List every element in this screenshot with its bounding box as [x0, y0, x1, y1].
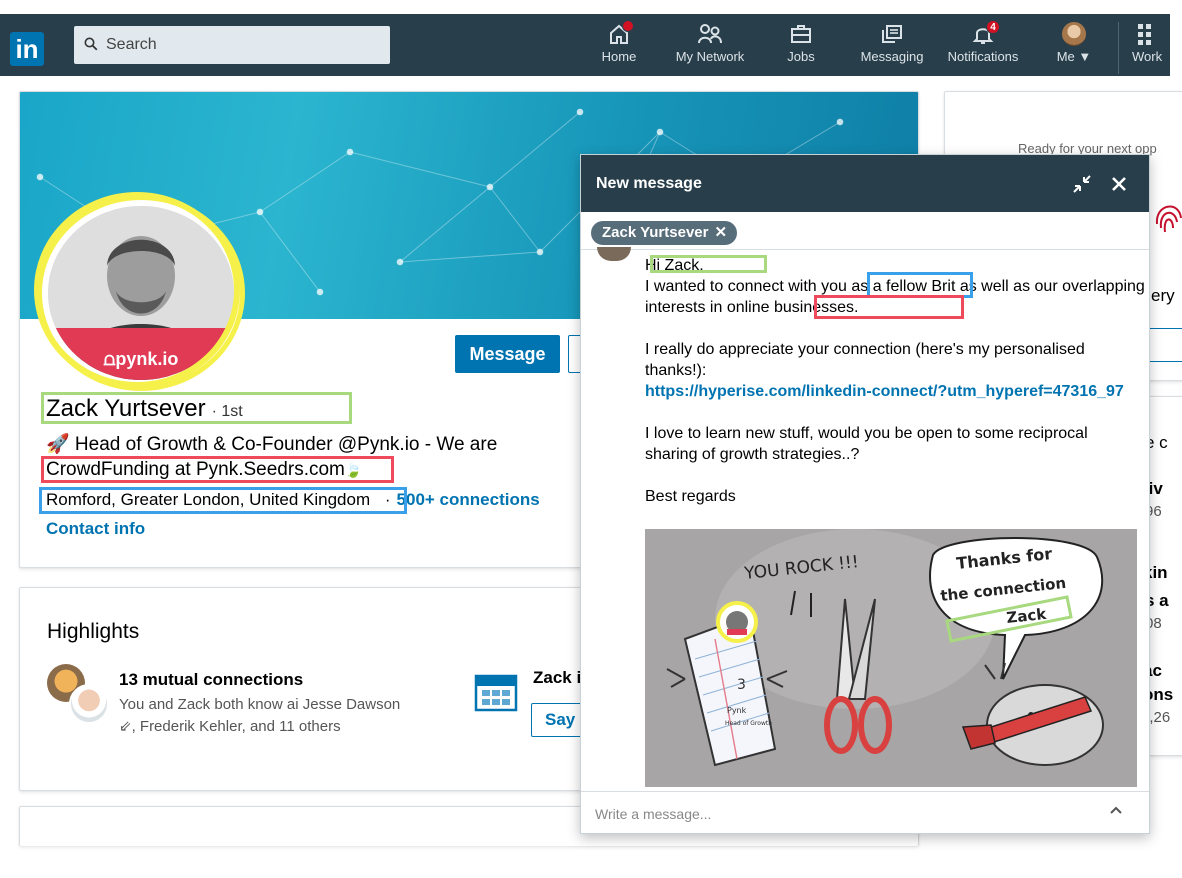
- profile-name-line: Zack Yurtsever · 1st: [46, 395, 243, 423]
- notifications-badge: 4: [986, 20, 1000, 34]
- you-rock-illustration: 3 Pynk Head of Growth YOU ROCK !!! Thank…: [645, 529, 1137, 787]
- screen: in Home My Network Jobs Messaging 4 Noti…: [0, 0, 1182, 878]
- search-input[interactable]: [106, 34, 376, 56]
- avatar-brand-text: ⩍pynk.io: [103, 349, 179, 369]
- highlight-zack-snippet: Zack i: [533, 668, 582, 687]
- linkedin-logo[interactable]: in: [10, 32, 44, 66]
- message-line-2: I really do appreciate your connection (…: [645, 341, 1085, 379]
- sender-avatar: [597, 247, 631, 261]
- my-network-icon: [698, 24, 722, 44]
- nav-jobs[interactable]: Jobs: [780, 22, 822, 72]
- paper-brand: Pynk: [727, 706, 747, 715]
- mutual-connections-avatars[interactable]: [47, 664, 111, 724]
- close-icon[interactable]: [1108, 173, 1130, 195]
- fingerprint-icon: [1155, 205, 1182, 233]
- nav-home-label: Home: [601, 49, 637, 64]
- recipient-pill[interactable]: Zack Yurtsever ✕: [591, 221, 738, 245]
- mutual-desc-line-1: You and Zack both know ai Jesse Dawson: [119, 696, 401, 713]
- search-bar[interactable]: [74, 26, 390, 64]
- message-button[interactable]: Message: [455, 335, 560, 373]
- nav-notifications[interactable]: 4 Notifications: [940, 20, 1026, 72]
- compose-message-input[interactable]: [595, 802, 1075, 826]
- nav-jobs-label: Jobs: [787, 49, 815, 64]
- top-navigation-bar: in Home My Network Jobs Messaging 4 Noti…: [0, 14, 1170, 76]
- nav-work-label: Work: [1132, 49, 1163, 64]
- nav-messaging[interactable]: Messaging: [854, 22, 930, 72]
- remove-recipient-icon[interactable]: ✕: [714, 224, 727, 241]
- separator-dot: ·: [384, 490, 391, 509]
- recipient-name: Zack Yurtsever: [602, 224, 709, 241]
- nav-my-network[interactable]: My Network: [668, 22, 752, 72]
- profile-location-line: Romford, Greater London, United Kingdom …: [46, 490, 540, 510]
- compose-area: [581, 791, 1149, 833]
- chevron-up-icon[interactable]: [1109, 805, 1123, 815]
- nav-my-network-label: My Network: [675, 49, 745, 64]
- home-notification-dot: [622, 20, 634, 32]
- contact-info-link[interactable]: Contact info: [46, 519, 145, 539]
- new-message-window: New message Zack Yurtsever ✕ Hi Zack, I w…: [580, 154, 1150, 834]
- mutual-desc-line-2: ⇙, Frederik Kehler, and 11 others: [119, 718, 341, 735]
- nav-divider: [1118, 22, 1119, 74]
- rail-peek-1: ery: [1151, 286, 1175, 305]
- highlights-title: Highlights: [47, 620, 140, 643]
- nav-home[interactable]: Home: [600, 20, 638, 72]
- headline-line-1: 🚀 Head of Growth & Co-Founder @Pynk.io -…: [46, 434, 498, 455]
- message-window-header[interactable]: New message: [581, 155, 1149, 212]
- personalised-thank-you-image[interactable]: 3 Pynk Head of Growth YOU ROCK !!! Thank…: [645, 529, 1137, 787]
- headline-line-2: CrowdFunding at Pynk.Seedrs.com: [46, 459, 345, 480]
- mutual-avatar-2: [69, 684, 109, 724]
- profile-photo-image: ⩍pynk.io: [48, 206, 234, 380]
- message-body[interactable]: Hi Zack, I wanted to connect with you as…: [645, 255, 1145, 507]
- messaging-icon: [882, 25, 902, 43]
- briefcase-icon: [791, 25, 811, 43]
- nav-notifications-label: Notifications: [947, 49, 1019, 64]
- personalised-link[interactable]: https://hyperise.com/linkedin-connect/?u…: [645, 381, 1145, 402]
- profile-photo[interactable]: ⩍pynk.io: [37, 195, 245, 391]
- paper-role: Head of Growth: [725, 720, 772, 727]
- message-greeting: Hi Zack,: [645, 257, 704, 274]
- mutual-connections-description: You and Zack both know ai Jesse Dawson ⇙…: [119, 694, 459, 738]
- connection-degree: · 1st: [211, 403, 243, 420]
- message-window-title: New message: [596, 175, 702, 192]
- profile-headline: 🚀 Head of Growth & Co-Founder @Pynk.io -…: [46, 432, 586, 483]
- profile-name: Zack Yurtsever: [46, 395, 206, 422]
- leaf-emoji: 🍃: [344, 462, 363, 478]
- nav-me-label: Me ▼: [1056, 49, 1092, 64]
- nav-me[interactable]: Me ▼: [1050, 22, 1098, 72]
- connections-link[interactable]: 500+ connections: [397, 490, 540, 509]
- recipient-divider: [581, 249, 1149, 250]
- message-line-1: I wanted to connect with you as a fellow…: [645, 278, 1145, 316]
- message-signoff: Best regards: [645, 488, 736, 505]
- grid-apps-icon: [1138, 24, 1151, 45]
- nav-work[interactable]: Work: [1132, 22, 1182, 72]
- profile-location: Romford, Greater London, United Kingdom: [46, 490, 371, 509]
- calendar-icon: [474, 674, 518, 712]
- message-line-3: I love to learn new stuff, would you be …: [645, 425, 1088, 463]
- mutual-connections-title[interactable]: 13 mutual connections: [119, 670, 303, 690]
- rail-ad-button[interactable]: [1145, 328, 1182, 362]
- nav-messaging-label: Messaging: [860, 49, 924, 64]
- minimize-icon[interactable]: [1071, 173, 1093, 195]
- paper-number: 3: [737, 677, 746, 693]
- search-icon: [84, 37, 98, 51]
- me-avatar: [1062, 22, 1086, 46]
